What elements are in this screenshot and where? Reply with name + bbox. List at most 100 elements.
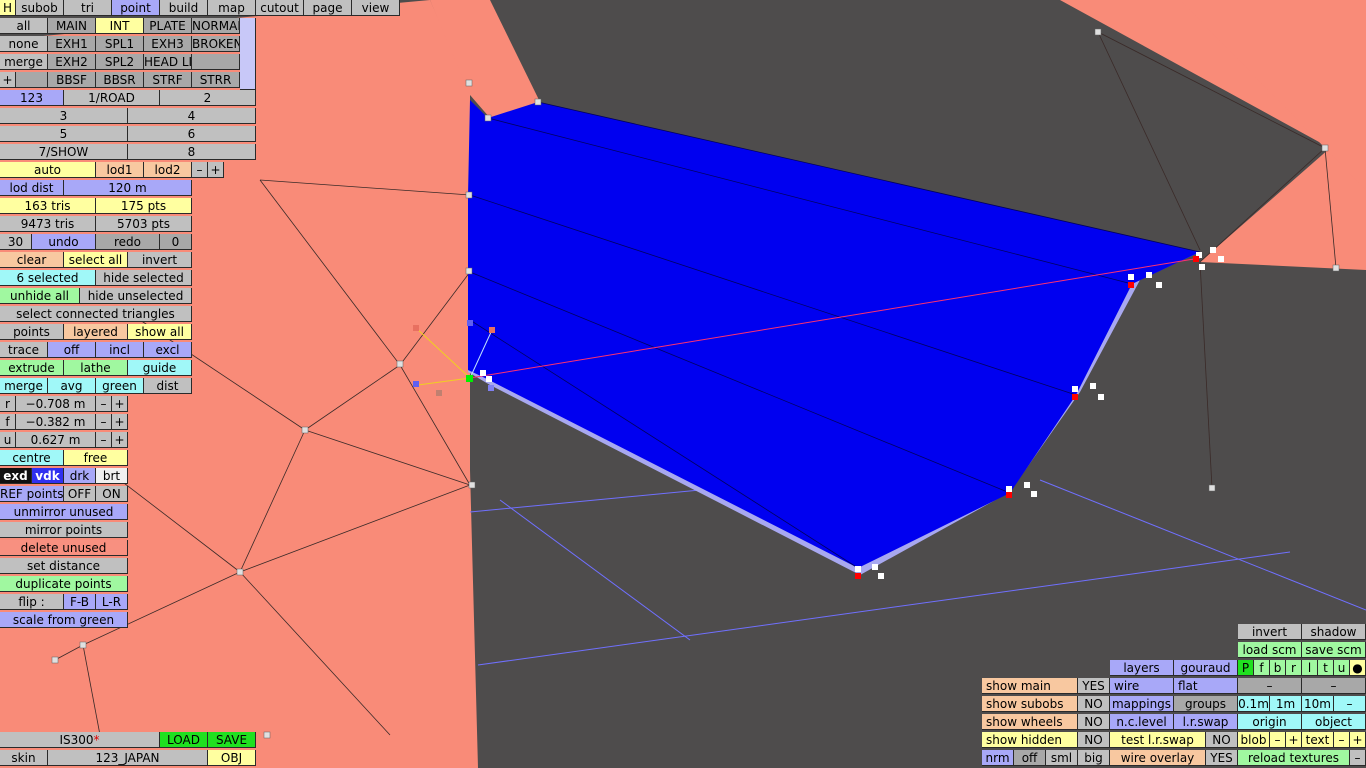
group-int[interactable]: INT	[96, 18, 144, 34]
load-button[interactable]: LOAD	[160, 732, 208, 748]
green-button[interactable]: green	[96, 378, 144, 394]
flag-p-button[interactable]: P	[1238, 660, 1254, 676]
axis-f-value[interactable]: −0.382 m	[16, 414, 96, 430]
group-main[interactable]: MAIN	[48, 18, 96, 34]
layer-4[interactable]: 4	[128, 108, 256, 124]
lod-minus-button[interactable]: –	[192, 162, 208, 178]
avg-button[interactable]: avg	[48, 378, 96, 394]
layer-7-show[interactable]: 7/SHOW	[0, 144, 128, 160]
tab-view[interactable]: view	[352, 0, 400, 16]
invert-button[interactable]: invert	[1238, 624, 1302, 640]
invert-selection-button[interactable]: invert	[128, 252, 192, 268]
flag-dot-button[interactable]: ●	[1350, 660, 1366, 676]
flag-t-button[interactable]: t	[1318, 660, 1334, 676]
dist-minus-button[interactable]: –	[1334, 696, 1366, 712]
group-exh1[interactable]: EXH1	[48, 36, 96, 52]
gouraud-button[interactable]: gouraud	[1174, 660, 1238, 676]
flag-u-button[interactable]: u	[1334, 660, 1350, 676]
group-scrollbar[interactable]	[240, 18, 256, 90]
layer-2[interactable]: 2	[160, 90, 256, 106]
layer-8[interactable]: 8	[128, 144, 256, 160]
group-strf[interactable]: STRF	[144, 72, 192, 88]
group-plate[interactable]: PLATE	[144, 18, 192, 34]
lod-auto-button[interactable]: auto	[0, 162, 96, 178]
origin-button[interactable]: origin	[1238, 714, 1302, 730]
select-connected-button[interactable]: select connected triangles	[0, 306, 192, 322]
lr-swap-button[interactable]: l.r.swap	[1174, 714, 1238, 730]
right-dash-button-1[interactable]: –	[1238, 678, 1302, 694]
hide-unselected-button[interactable]: hide unselected	[80, 288, 192, 304]
tab-cutout[interactable]: cutout	[256, 0, 304, 16]
merge-button[interactable]: merge	[0, 378, 48, 394]
axis-u-minus[interactable]: –	[96, 432, 112, 448]
flag-f-button[interactable]: f	[1254, 660, 1270, 676]
blob-button[interactable]: blob	[1238, 732, 1270, 748]
group-blank[interactable]	[16, 72, 48, 88]
view-sml-button[interactable]: sml	[1046, 750, 1078, 766]
flag-l-button[interactable]: l	[1302, 660, 1318, 676]
tab-page[interactable]: page	[304, 0, 352, 16]
unhide-all-button[interactable]: unhide all	[0, 288, 80, 304]
group-spl1[interactable]: SPL1	[96, 36, 144, 52]
delete-unused-button[interactable]: delete unused	[0, 540, 128, 556]
tab-map[interactable]: map	[208, 0, 256, 16]
group-head-li[interactable]: HEAD LI	[144, 54, 192, 70]
group-strr[interactable]: STRR	[192, 72, 240, 88]
ref-points-off[interactable]: OFF	[64, 486, 96, 502]
unmirror-unused-button[interactable]: unmirror unused	[0, 504, 128, 520]
dist-1m-button[interactable]: 1m	[1270, 696, 1302, 712]
set-distance-button[interactable]: set distance	[0, 558, 128, 574]
skin-value[interactable]: 123_JAPAN	[48, 750, 208, 766]
wire-button[interactable]: wire	[1110, 678, 1174, 694]
extrude-button[interactable]: extrude	[0, 360, 64, 376]
axis-r-value[interactable]: −0.708 m	[16, 396, 96, 412]
reload-minus-button[interactable]: –	[1350, 750, 1366, 766]
axis-r-plus[interactable]: +	[112, 396, 128, 412]
trace-off-button[interactable]: off	[48, 342, 96, 358]
undo-button[interactable]: undo	[32, 234, 96, 250]
group-none[interactable]: none	[0, 36, 48, 52]
flat-button[interactable]: flat	[1174, 678, 1238, 694]
lathe-button[interactable]: lathe	[64, 360, 128, 376]
layer-3[interactable]: 3	[0, 108, 128, 124]
axis-f-minus[interactable]: –	[96, 414, 112, 430]
show-all-button[interactable]: show all	[128, 324, 192, 340]
save-scm-button[interactable]: save scm	[1302, 642, 1366, 658]
ref-points-on[interactable]: ON	[96, 486, 128, 502]
tab-subob[interactable]: subob	[16, 0, 64, 16]
flip-fb-button[interactable]: F-B	[64, 594, 96, 610]
layered-button[interactable]: layered	[64, 324, 128, 340]
dist-button[interactable]: dist	[144, 378, 192, 394]
test-lr-swap-toggle[interactable]: NO	[1206, 732, 1238, 748]
clear-button[interactable]: clear	[0, 252, 64, 268]
axis-r-minus[interactable]: –	[96, 396, 112, 412]
group-spl2[interactable]: SPL2	[96, 54, 144, 70]
layer-1-road[interactable]: 1/ROAD	[64, 90, 160, 106]
right-dash-button-2[interactable]: –	[1302, 678, 1366, 694]
view-nrm-button[interactable]: nrm	[982, 750, 1014, 766]
load-scm-button[interactable]: load scm	[1238, 642, 1302, 658]
mirror-points-button[interactable]: mirror points	[0, 522, 128, 538]
flip-lr-button[interactable]: L-R	[96, 594, 128, 610]
mappings-button[interactable]: mappings	[1110, 696, 1174, 712]
centre-button[interactable]: centre	[0, 450, 64, 466]
lod-dist-value[interactable]: 120 m	[64, 180, 192, 196]
blob-minus-button[interactable]: –	[1270, 732, 1286, 748]
tab-point[interactable]: point	[112, 0, 160, 16]
blob-plus-button[interactable]: +	[1286, 732, 1302, 748]
mode-brt-button[interactable]: brt	[96, 468, 128, 484]
layer-6[interactable]: 6	[128, 126, 256, 142]
redo-button[interactable]: redo	[96, 234, 160, 250]
show-subobs-toggle[interactable]: NO	[1078, 696, 1110, 712]
lod2-button[interactable]: lod2	[144, 162, 192, 178]
obj-button[interactable]: OBJ	[208, 750, 256, 766]
free-button[interactable]: free	[64, 450, 128, 466]
trace-excl-button[interactable]: excl	[144, 342, 192, 358]
points-button[interactable]: points	[0, 324, 64, 340]
layer-123[interactable]: 123	[0, 90, 64, 106]
object-button[interactable]: object	[1302, 714, 1366, 730]
mode-exd-button[interactable]: exd	[0, 468, 32, 484]
groups-button[interactable]: groups	[1174, 696, 1238, 712]
hide-selected-button[interactable]: hide selected	[96, 270, 192, 286]
trace-incl-button[interactable]: incl	[96, 342, 144, 358]
